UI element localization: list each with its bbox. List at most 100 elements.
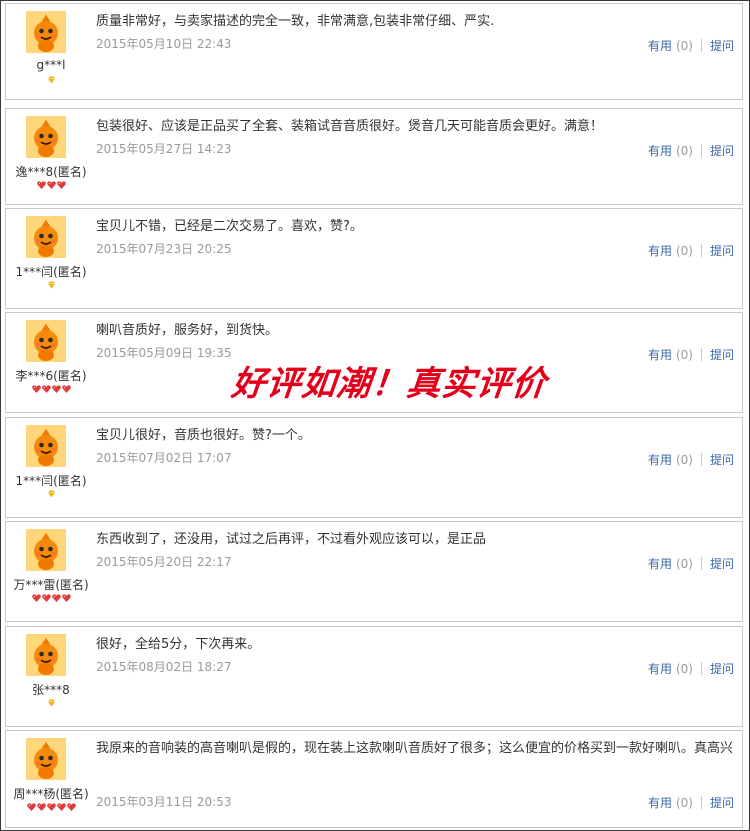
reviewer-name[interactable]: 万***雷(匿名) [6, 576, 96, 593]
ask-question-button[interactable]: 提问 [710, 662, 734, 676]
heart-level-icon [26, 803, 36, 811]
heart-level-icon [51, 594, 61, 602]
review-text: 包装很好、应该是正品买了全套、装箱试音音质很好。煲音几天可能音质会更好。满意！ [96, 119, 604, 134]
avatar[interactable] [26, 529, 66, 571]
heart-level-icon [46, 803, 56, 811]
review-date: 2015年03月11日 20:53 [96, 795, 232, 809]
useful-count: (0) [675, 453, 693, 467]
review-actions: 有用 (0) 提问 [648, 37, 734, 54]
heart-level-icon [56, 181, 66, 189]
useful-count: (0) [675, 39, 693, 53]
useful-button[interactable]: 有用 [648, 557, 672, 571]
heart-level-icon [41, 594, 51, 602]
useful-button[interactable]: 有用 [648, 244, 672, 258]
divider [700, 796, 702, 809]
review-date: 2015年07月02日 17:07 [96, 451, 232, 465]
buyer-level-badge [6, 181, 96, 193]
heart-level-icon [56, 803, 66, 811]
heart-level-icon [31, 594, 41, 602]
ask-question-button[interactable]: 提问 [710, 557, 734, 571]
useful-button[interactable]: 有用 [648, 39, 672, 53]
reviewer-name[interactable]: g***l [6, 58, 96, 72]
avatar[interactable] [26, 11, 66, 53]
reviewer-name[interactable]: 李***6(匿名) [6, 367, 96, 384]
review-actions: 有用 (0) 提问 [648, 451, 734, 468]
heart-level-icon [36, 803, 46, 811]
avatar-icon [26, 425, 66, 467]
reviewer-name[interactable]: 1***闫(匿名) [6, 472, 96, 489]
heart-level-icon [41, 385, 51, 393]
avatar-icon [26, 11, 66, 53]
heart-level-icon [51, 385, 61, 393]
review-actions: 有用 (0) 提问 [648, 142, 734, 159]
review-text: 我原来的音响装的高音喇叭是假的，现在装上这款喇叭音质好了很多；这么便宜的价格买到… [96, 741, 734, 756]
buyer-level-badge [6, 281, 96, 293]
useful-button[interactable]: 有用 [648, 662, 672, 676]
useful-button[interactable]: 有用 [648, 348, 672, 362]
avatar[interactable] [26, 216, 66, 258]
ask-question-button[interactable]: 提问 [710, 348, 734, 362]
divider [700, 453, 702, 466]
buyer-level-badge [6, 76, 96, 88]
heart-level-icon [66, 803, 76, 811]
ask-question-button[interactable]: 提问 [710, 144, 734, 158]
reviewer-name[interactable]: 逸***8(匿名) [6, 163, 96, 180]
useful-button[interactable]: 有用 [648, 453, 672, 467]
reviewer-name[interactable]: 张***8 [6, 681, 96, 698]
buyer-level-badge [6, 699, 96, 711]
ask-question-button[interactable]: 提问 [710, 453, 734, 467]
useful-count: (0) [675, 796, 693, 810]
divider [700, 39, 702, 52]
avatar[interactable] [26, 320, 66, 362]
ask-question-button[interactable]: 提问 [710, 244, 734, 258]
buyer-level-badge [6, 594, 96, 606]
review-actions: 有用 (0) 提问 [648, 660, 734, 677]
review-item: 1***闫(匿名) 宝贝儿很好，音质也很好。赞?一个。 2015年07月02日 … [5, 417, 743, 518]
avatar[interactable] [26, 116, 66, 158]
review-text: 质量非常好，与卖家描述的完全一致，非常满意,包装非常仔细、严实. [96, 14, 495, 29]
review-text: 东西收到了，还没用，试过之后再评，不过看外观应该可以，是正品 [96, 532, 487, 547]
useful-count: (0) [675, 557, 693, 571]
useful-count: (0) [675, 348, 693, 362]
reviewer-name[interactable]: 1***闫(匿名) [6, 263, 96, 280]
review-text: 宝贝儿不错，已经是二次交易了。喜欢，赞?。 [96, 219, 363, 234]
reviewer-name[interactable]: 周***杨(匿名) [6, 785, 96, 802]
review-actions: 有用 (0) 提问 [648, 794, 734, 811]
review-text: 很好，全给5分，下次再来。 [96, 637, 261, 652]
heart-level-icon [61, 385, 71, 393]
promo-overlay-text: 好评如潮！真实评价 [229, 364, 549, 404]
review-date: 2015年05月27日 14:23 [96, 142, 232, 156]
review-text: 宝贝儿很好，音质也很好。赞?一个。 [96, 428, 311, 443]
review-actions: 有用 (0) 提问 [648, 242, 734, 259]
avatar-icon [26, 634, 66, 676]
review-item: 逸***8(匿名) 包装很好、应该是正品买了全套、装箱试音音质很好。煲音几天可能… [5, 108, 743, 205]
divider [700, 557, 702, 570]
review-item: 周***杨(匿名) 我原来的音响装的高音喇叭是假的，现在装上这款喇叭音质好了很多… [5, 730, 743, 828]
divider [700, 144, 702, 157]
avatar[interactable] [26, 738, 66, 780]
review-item: 1***闫(匿名) 宝贝儿不错，已经是二次交易了。喜欢，赞?。 2015年07月… [5, 208, 743, 309]
avatar[interactable] [26, 425, 66, 467]
review-date: 2015年05月20日 22:17 [96, 555, 232, 569]
review-date: 2015年07月23日 20:25 [96, 242, 232, 256]
heart-level-icon [46, 181, 56, 189]
diamond-level-icon [47, 281, 55, 289]
heart-level-icon [31, 385, 41, 393]
review-date: 2015年08月02日 18:27 [96, 660, 232, 674]
buyer-level-badge [6, 490, 96, 502]
heart-level-icon [36, 181, 46, 189]
review-item: 万***雷(匿名) 东西收到了，还没用，试过之后再评，不过看外观应该可以，是正品… [5, 521, 743, 622]
useful-count: (0) [675, 144, 693, 158]
review-date: 2015年05月10日 22:43 [96, 37, 232, 51]
heart-level-icon [61, 594, 71, 602]
buyer-level-badge [6, 803, 96, 815]
avatar-icon [26, 320, 66, 362]
review-actions: 有用 (0) 提问 [648, 346, 734, 363]
ask-question-button[interactable]: 提问 [710, 796, 734, 810]
ask-question-button[interactable]: 提问 [710, 39, 734, 53]
review-item: 张***8 很好，全给5分，下次再来。 2015年08月02日 18:27 有用… [5, 626, 743, 727]
avatar[interactable] [26, 634, 66, 676]
review-item: g***l 质量非常好，与卖家描述的完全一致，非常满意,包装非常仔细、严实. 2… [5, 3, 743, 100]
useful-button[interactable]: 有用 [648, 144, 672, 158]
useful-button[interactable]: 有用 [648, 796, 672, 810]
